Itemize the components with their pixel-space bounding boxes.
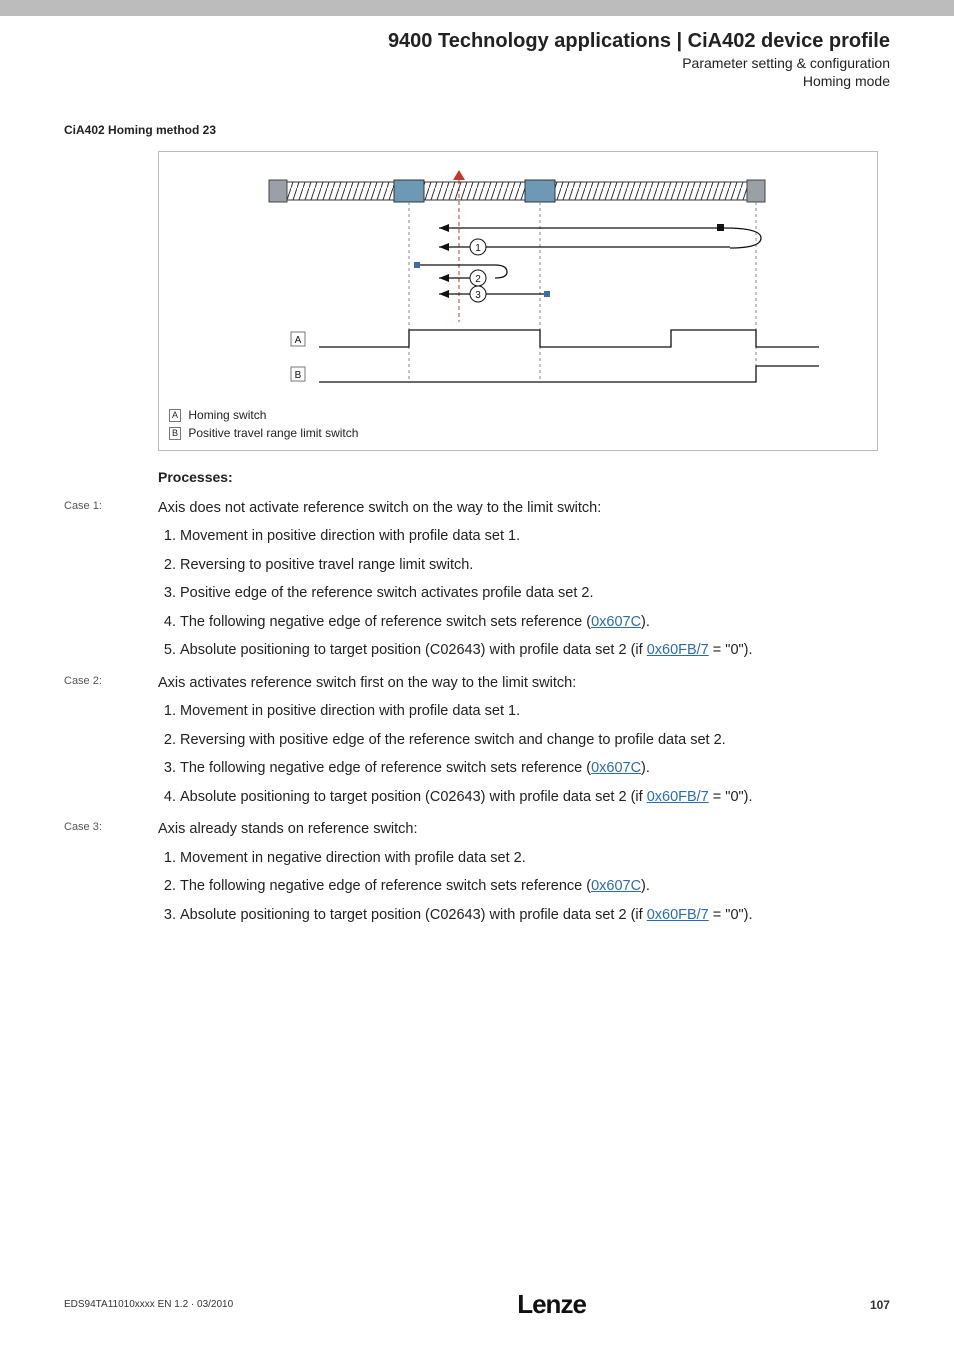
diagram-legend: A Homing switch B Positive travel range … [159,402,877,450]
case-intro: Axis activates reference switch first on… [158,672,890,694]
list-item: Positive edge of the reference switch ac… [180,582,890,604]
legend-a-box: A [169,409,181,422]
list-item: Movement in positive direction with prof… [180,525,890,547]
list-item: Reversing to positive travel range limit… [180,554,890,576]
content: CiA402 Homing method 23 [0,99,954,932]
reference-link[interactable]: 0x60FB/7 [647,907,709,923]
footer: EDS94TA11010xxxx EN 1.2 · 03/2010 Lenze … [64,1289,890,1320]
list-item: Reversing with positive edge of the refe… [180,729,890,751]
list-item: The following negative edge of reference… [180,611,890,633]
diagram-box-a: A [295,335,302,346]
case-row: Case 3:Axis already stands on reference … [64,818,890,932]
footer-page: 107 [870,1298,890,1312]
list-item: Absolute positioning to target position … [180,904,890,926]
diagram-label-3: 3 [475,290,481,301]
case-row: Case 2:Axis activates reference switch f… [64,672,890,814]
processes-heading: Processes: [158,469,890,485]
case-label: Case 1: [64,497,158,668]
diagram-label-2: 2 [475,274,481,285]
case-label: Case 2: [64,672,158,814]
header: 9400 Technology applications | CiA402 de… [0,16,954,99]
list-item: The following negative edge of reference… [180,875,890,897]
reference-link[interactable]: 0x60FB/7 [647,789,709,805]
cases-container: Case 1:Axis does not activate reference … [64,497,890,932]
case-row: Case 1:Axis does not activate reference … [64,497,890,668]
list-item: Movement in positive direction with prof… [180,700,890,722]
case-list: Movement in positive direction with prof… [158,525,890,661]
reference-link[interactable]: 0x60FB/7 [647,642,709,658]
footer-left: EDS94TA11010xxxx EN 1.2 · 03/2010 [64,1299,233,1310]
case-intro: Axis already stands on reference switch: [158,818,890,840]
legend-b-text: Positive travel range limit switch [185,426,358,440]
diagram-box-b: B [295,370,302,381]
list-item: Absolute positioning to target position … [180,786,890,808]
homing-diagram: 1 2 3 A B [159,152,877,402]
topbar [0,0,954,16]
case-intro: Axis does not activate reference switch … [158,497,890,519]
footer-logo: Lenze [517,1289,586,1320]
reference-link[interactable]: 0x607C [591,878,641,894]
diagram-label-1: 1 [475,243,481,254]
section-title: CiA402 Homing method 23 [64,123,890,137]
diagram-box: 1 2 3 A B [158,151,878,451]
legend-a-text: Homing switch [185,408,266,422]
case-body: Axis does not activate reference switch … [158,497,890,668]
doc-title: 9400 Technology applications | CiA402 de… [0,30,890,53]
reference-link[interactable]: 0x607C [591,760,641,776]
case-list: Movement in negative direction with prof… [158,847,890,926]
case-body: Axis already stands on reference switch:… [158,818,890,932]
reference-link[interactable]: 0x607C [591,614,641,630]
doc-subtitle-2: Homing mode [0,73,890,89]
case-label: Case 3: [64,818,158,932]
case-list: Movement in positive direction with prof… [158,700,890,808]
list-item: Movement in negative direction with prof… [180,847,890,869]
legend-b-box: B [169,427,181,440]
case-body: Axis activates reference switch first on… [158,672,890,814]
list-item: The following negative edge of reference… [180,757,890,779]
list-item: Absolute positioning to target position … [180,639,890,661]
doc-subtitle-1: Parameter setting & configuration [0,55,890,71]
